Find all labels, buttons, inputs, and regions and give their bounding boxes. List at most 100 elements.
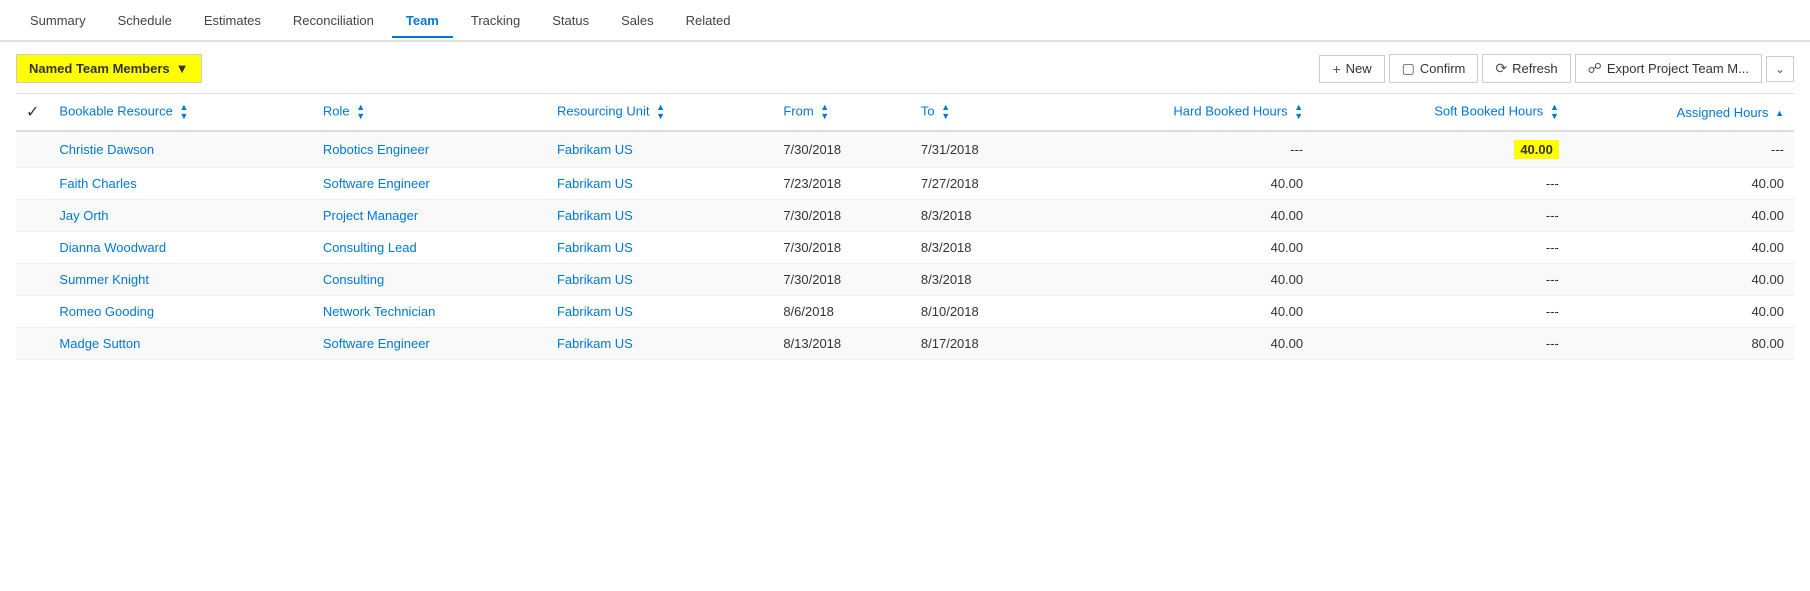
sort-icons-from: ▲▼ [820,103,829,121]
row-role: Network Technician [313,296,547,328]
col-role[interactable]: Role ▲▼ [313,94,547,132]
row-checkbox[interactable] [16,296,49,328]
sort-icons-bookable: ▲▼ [180,103,189,121]
tab-sales[interactable]: Sales [607,5,668,38]
col-resourcing-unit[interactable]: Resourcing Unit ▲▼ [547,94,773,132]
table-row[interactable]: Madge Sutton Software Engineer Fabrikam US… [16,328,1794,360]
row-checkbox[interactable] [16,131,49,168]
row-soft-booked-hours: --- [1313,232,1569,264]
table-row[interactable]: Faith Charles Software Engineer Fabrikam U… [16,168,1794,200]
resourcing-unit-link[interactable]: Fabrikam US [557,176,633,191]
confirm-button-label: Confirm [1420,61,1466,76]
col-soft-booked-hours[interactable]: Soft Booked Hours ▲▼ [1313,94,1569,132]
col-bookable-resource[interactable]: Bookable Resource ▲▼ [49,94,312,132]
bookable-resource-link[interactable]: Romeo Gooding [59,304,154,319]
role-link[interactable]: Project Manager [323,208,418,223]
row-checkbox[interactable] [16,264,49,296]
row-from: 8/6/2018 [773,296,911,328]
tab-summary[interactable]: Summary [16,5,100,38]
select-all-checkbox[interactable]: ✓ [16,94,49,132]
row-bookable-resource[interactable]: Dianna Woodward [49,232,312,264]
table-row[interactable]: Romeo Gooding Network Technician Fabrikam … [16,296,1794,328]
sort-icons-soft: ▲▼ [1550,103,1559,121]
col-assigned-hours[interactable]: Assigned Hours ▲ [1569,94,1794,132]
content-area: Named Team Members ▼ + New ▢ Confirm ⟳ R… [0,42,1810,591]
table-body: Christie Dawson Robotics Engineer Fabrikam… [16,131,1794,360]
row-bookable-resource[interactable]: Madge Sutton [49,328,312,360]
role-link[interactable]: Network Technician [323,304,435,319]
sort-icons-assigned: ▲ [1775,109,1784,118]
col-from[interactable]: From ▲▼ [773,94,911,132]
new-button[interactable]: + New [1319,55,1384,83]
row-assigned-hours: 40.00 [1569,232,1794,264]
row-from: 7/23/2018 [773,168,911,200]
col-role-label: Role [323,103,350,118]
resourcing-unit-link[interactable]: Fabrikam US [557,272,633,287]
table-row[interactable]: Jay OrthProject ManagerFabrikam US7/30/2… [16,200,1794,232]
export-icon: ☍ [1588,60,1602,77]
row-soft-booked-hours: --- [1313,168,1569,200]
row-from: 7/30/2018 [773,232,911,264]
tab-team[interactable]: Team [392,5,453,38]
role-link[interactable]: Consulting Lead [323,240,417,255]
row-to: 8/10/2018 [911,296,1049,328]
resourcing-unit-link[interactable]: Fabrikam US [557,240,633,255]
row-soft-booked-hours: --- [1313,328,1569,360]
role-link[interactable]: Consulting [323,272,384,287]
row-resourcing-unit: Fabrikam US [547,200,773,232]
confirm-icon: ▢ [1402,60,1415,77]
row-bookable-resource[interactable]: Jay Orth [49,200,312,232]
toolbar-right: + New ▢ Confirm ⟳ Refresh ☍ Export Proje… [1319,54,1794,83]
row-checkbox[interactable] [16,328,49,360]
refresh-button[interactable]: ⟳ Refresh [1482,54,1570,83]
bookable-resource-link[interactable]: Christie Dawson [59,142,154,157]
resourcing-unit-link[interactable]: Fabrikam US [557,208,633,223]
row-checkbox[interactable] [16,168,49,200]
col-hard-booked-hours[interactable]: Hard Booked Hours ▲▼ [1049,94,1314,132]
export-button-label: Export Project Team M... [1607,61,1749,76]
row-bookable-resource[interactable]: Faith Charles [49,168,312,200]
confirm-button[interactable]: ▢ Confirm [1389,54,1479,83]
row-role: Robotics Engineer [313,131,547,168]
export-button[interactable]: ☍ Export Project Team M... [1575,54,1762,83]
row-bookable-resource[interactable]: Summer Knight [49,264,312,296]
sort-icons-role: ▲▼ [356,103,365,121]
col-soft-booked-label: Soft Booked Hours [1434,103,1543,118]
table-row[interactable]: Dianna Woodward Consulting Lead Fabrikam U… [16,232,1794,264]
resourcing-unit-link[interactable]: Fabrikam US [557,142,633,157]
bookable-resource-link[interactable]: Jay Orth [59,208,108,223]
team-members-table: ✓ Bookable Resource ▲▼ Role ▲▼ Resourcin… [16,93,1794,360]
role-link[interactable]: Robotics Engineer [323,142,429,157]
row-assigned-hours: 40.00 [1569,264,1794,296]
row-role: Consulting [313,264,547,296]
table-row[interactable]: Christie Dawson Robotics Engineer Fabrikam… [16,131,1794,168]
section-label-button[interactable]: Named Team Members ▼ [16,54,202,83]
bookable-resource-link[interactable]: Madge Sutton [59,336,140,351]
row-role: Consulting Lead [313,232,547,264]
tab-tracking[interactable]: Tracking [457,5,534,38]
role-link[interactable]: Software Engineer [323,176,430,191]
row-bookable-resource[interactable]: Christie Dawson [49,131,312,168]
tab-status[interactable]: Status [538,5,603,38]
bookable-resource-link[interactable]: Faith Charles [59,176,136,191]
tab-reconciliation[interactable]: Reconciliation [279,5,388,38]
resourcing-unit-link[interactable]: Fabrikam US [557,336,633,351]
role-link[interactable]: Software Engineer [323,336,430,351]
bookable-resource-link[interactable]: Summer Knight [59,272,149,287]
tab-schedule[interactable]: Schedule [104,5,186,38]
row-assigned-hours: 40.00 [1569,296,1794,328]
tab-estimates[interactable]: Estimates [190,5,275,38]
row-checkbox[interactable] [16,200,49,232]
toolbar-more-button[interactable]: ⌄ [1766,56,1794,82]
row-from: 7/30/2018 [773,264,911,296]
resourcing-unit-link[interactable]: Fabrikam US [557,304,633,319]
row-hard-booked-hours: 40.00 [1049,264,1314,296]
row-resourcing-unit: Fabrikam US [547,264,773,296]
bookable-resource-link[interactable]: Dianna Woodward [59,240,166,255]
col-to[interactable]: To ▲▼ [911,94,1049,132]
tab-related[interactable]: Related [672,5,745,38]
row-hard-booked-hours: 40.00 [1049,328,1314,360]
row-checkbox[interactable] [16,232,49,264]
row-bookable-resource[interactable]: Romeo Gooding [49,296,312,328]
table-row[interactable]: Summer Knight Consulting Fabrikam US 7/30/2… [16,264,1794,296]
